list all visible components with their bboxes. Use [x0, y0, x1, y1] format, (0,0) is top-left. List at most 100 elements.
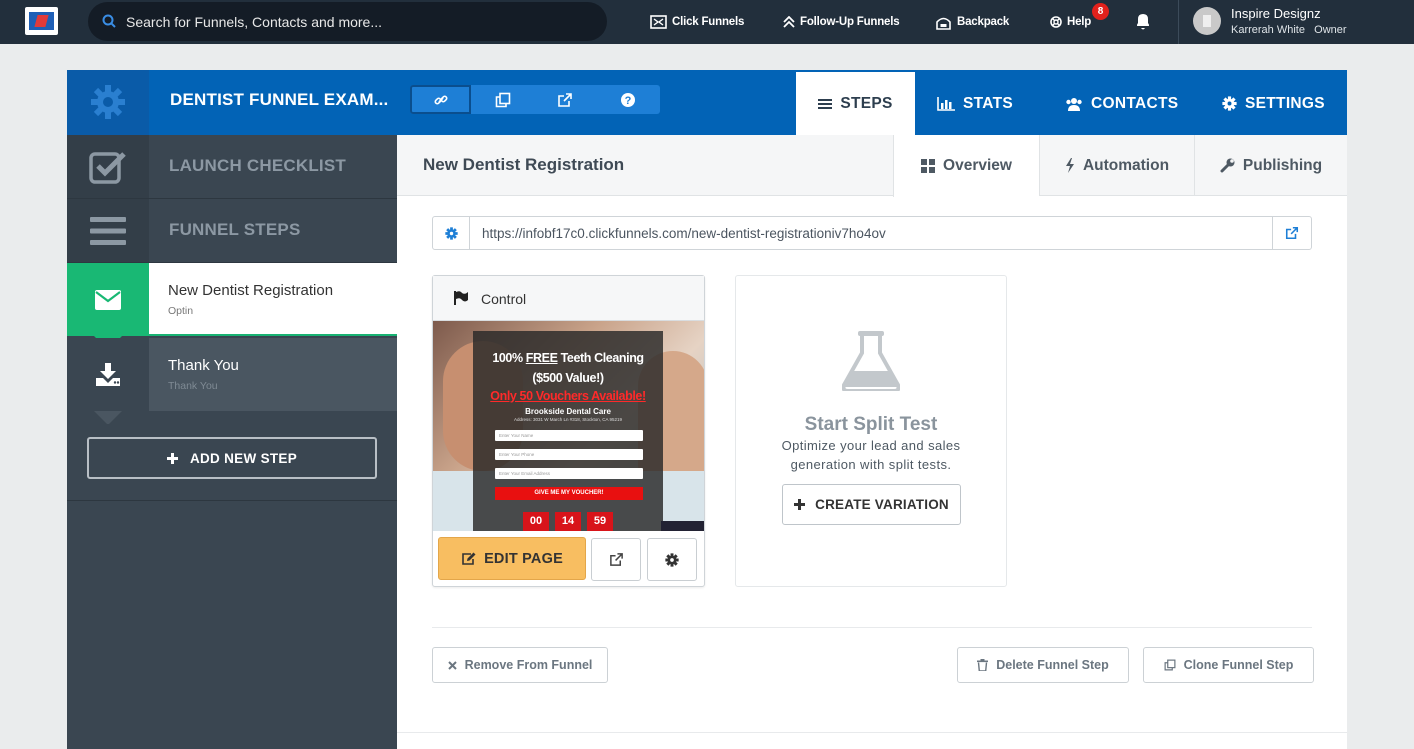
sidebar-item-launch-checklist[interactable]: LAUNCH CHECKLIST	[67, 135, 397, 199]
divider	[397, 732, 1347, 733]
url-settings-button[interactable]	[433, 217, 470, 249]
list-icon	[818, 98, 833, 109]
step-title: New Dentist Registration	[168, 282, 334, 299]
tab-publishing-label: Publishing	[1242, 156, 1323, 174]
step-url-bar: https://infobf17c0.clickfunnels.com/new-…	[432, 216, 1312, 250]
launch-checklist-icon-box	[67, 135, 149, 198]
step-icon-box	[67, 263, 149, 336]
tab-stats-label: STATS	[963, 94, 1014, 112]
sidebar-item-funnel-steps[interactable]: FUNNEL STEPS	[67, 199, 397, 263]
nav-click-funnels[interactable]: Click Funnels	[650, 13, 744, 31]
preview-headline: 100% FREE Teeth Cleaning	[492, 351, 644, 365]
preview-countdown-seconds: 59	[587, 512, 613, 531]
remove-from-funnel-label: Remove From Funnel	[464, 658, 593, 672]
clone-funnel-step-label: Clone Funnel Step	[1183, 658, 1294, 672]
tab-settings[interactable]: SETTINGS	[1222, 72, 1325, 135]
preview-value: ($500 Value!)	[532, 371, 604, 385]
svg-text:?: ?	[624, 95, 631, 107]
help-icon	[1050, 16, 1062, 28]
sidebar-step-thank-you[interactable]: Thank You Thank You	[67, 338, 397, 411]
nav-help[interactable]: Help	[1050, 13, 1091, 31]
funnel-clone-button[interactable]	[472, 85, 533, 114]
external-link-icon	[609, 553, 623, 566]
url-open-button[interactable]	[1272, 217, 1311, 249]
control-label: Control	[481, 291, 527, 307]
grid-icon	[921, 159, 936, 173]
trash-icon	[977, 659, 989, 671]
search-input[interactable]	[126, 2, 586, 41]
preview-email-field: Enter Your Email Address	[495, 468, 643, 479]
close-icon	[447, 660, 457, 670]
users-icon	[1066, 97, 1082, 111]
clickfunnels-logo[interactable]	[25, 7, 58, 35]
list-icon	[90, 216, 126, 245]
create-variation-label: CREATE VARIATION	[815, 497, 949, 512]
gear-icon	[91, 85, 125, 119]
tab-steps[interactable]: STEPS	[796, 72, 915, 135]
clone-funnel-step-button[interactable]: Clone Funnel Step	[1143, 647, 1314, 683]
preview-countdown-minutes: 14	[555, 512, 581, 531]
edit-page-button[interactable]: EDIT PAGE	[438, 537, 586, 580]
funnel-steps-icon-box	[67, 199, 149, 262]
tab-contacts[interactable]: CONTACTS	[1065, 72, 1178, 135]
user-name[interactable]: Inspire Designz	[1231, 6, 1321, 21]
page-preview-thumbnail[interactable]: 100% FREE Teeth Cleaning ($500 Value!) O…	[433, 321, 704, 531]
funnel-open-external-button[interactable]	[534, 85, 595, 114]
create-variation-button[interactable]: CREATE VARIATION	[782, 484, 961, 525]
bar-chart-icon	[937, 96, 955, 111]
nav-backpack-label: Backpack	[957, 16, 1010, 28]
download-icon	[96, 362, 120, 386]
preview-address: Address: 3031 W March Ln #318, Stockton,…	[513, 417, 623, 422]
funnel-link-button[interactable]	[410, 85, 471, 114]
gear-icon	[1222, 96, 1237, 111]
clickfunnels-badge	[661, 521, 704, 531]
divider	[432, 627, 1312, 628]
launch-checklist-label: LAUNCH CHECKLIST	[169, 156, 346, 175]
preview-scarcity: Only 50 Vouchers Available!	[490, 389, 646, 403]
tab-settings-label: SETTINGS	[1245, 94, 1325, 112]
step-subtitle: Thank You	[168, 380, 218, 392]
checkbox-icon	[89, 151, 126, 184]
sidebar-step-new-dentist-registration[interactable]: New Dentist Registration Optin	[67, 263, 397, 336]
nav-backpack[interactable]: Backpack	[935, 13, 1009, 31]
preview-cta: GIVE ME MY VOUCHER!	[495, 487, 643, 500]
delete-funnel-step-label: Delete Funnel Step	[996, 658, 1109, 672]
copy-icon	[1164, 659, 1176, 671]
preview-business: Brookside Dental Care	[525, 407, 611, 416]
step-url[interactable]: https://infobf17c0.clickfunnels.com/new-…	[482, 226, 886, 241]
page-settings-button[interactable]	[647, 538, 697, 581]
user-separator	[1178, 0, 1179, 44]
tab-automation[interactable]: Automation	[1039, 135, 1194, 196]
remove-from-funnel-button[interactable]: Remove From Funnel	[432, 647, 608, 683]
avatar[interactable]	[1193, 7, 1221, 35]
help-notification-badge: 8	[1092, 3, 1109, 20]
flask-icon	[842, 331, 900, 391]
global-search[interactable]	[88, 2, 607, 41]
nav-follow-up-funnels[interactable]: Follow-Up Funnels	[783, 13, 900, 31]
nav-help-label: Help	[1067, 16, 1092, 28]
plus-icon	[794, 499, 806, 510]
bell-icon[interactable]	[1134, 12, 1152, 32]
step-subtitle: Optin	[168, 305, 194, 317]
gear-icon	[665, 552, 679, 567]
edit-page-label: EDIT PAGE	[484, 550, 563, 567]
preview-countdown-hours: 00	[523, 512, 549, 531]
funnel-help-button[interactable]: ?	[597, 85, 658, 114]
preview-phone-field: Enter Your Phone	[495, 449, 643, 460]
tab-contacts-label: CONTACTS	[1091, 94, 1179, 112]
nav-follow-up-label: Follow-Up Funnels	[800, 16, 900, 28]
tab-publishing[interactable]: Publishing	[1194, 135, 1347, 196]
add-new-step-button[interactable]: ADD NEW STEP	[87, 437, 377, 479]
preview-name-field: Enter Your Name	[495, 430, 643, 441]
step-icon-box	[67, 338, 149, 411]
tab-stats[interactable]: STATS	[937, 72, 1013, 135]
plus-icon	[166, 452, 178, 464]
funnel-settings-button[interactable]	[67, 70, 149, 135]
tab-overview[interactable]: Overview	[893, 135, 1039, 197]
edit-icon	[462, 552, 476, 565]
delete-funnel-step-button[interactable]: Delete Funnel Step	[957, 647, 1129, 683]
bolt-icon	[1065, 158, 1074, 173]
clickfunnels-icon	[650, 15, 667, 29]
split-test-title: Start Split Test	[804, 414, 938, 435]
preview-page-button[interactable]	[591, 538, 641, 581]
